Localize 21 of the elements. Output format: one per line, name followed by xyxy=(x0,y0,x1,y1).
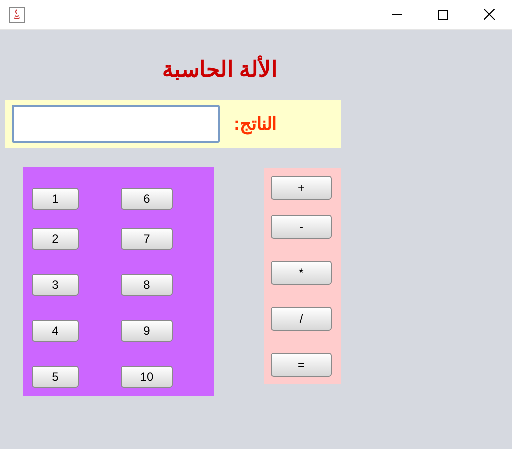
operator-button[interactable]: + xyxy=(271,176,332,200)
operator-button[interactable]: = xyxy=(271,353,332,377)
number-button[interactable]: 1 xyxy=(32,188,79,210)
number-button[interactable]: 4 xyxy=(32,320,79,342)
number-button[interactable]: 8 xyxy=(121,274,173,296)
calculator-title: الألة الحاسبة xyxy=(162,54,278,84)
result-label: الناتج: xyxy=(234,112,277,137)
operator-button[interactable]: - xyxy=(271,215,332,239)
number-button[interactable]: 7 xyxy=(121,228,173,250)
number-button[interactable]: 6 xyxy=(121,188,173,210)
app-icon xyxy=(9,6,25,22)
close-icon[interactable] xyxy=(484,9,495,20)
operator-button[interactable]: / xyxy=(271,307,332,331)
number-button[interactable]: 5 xyxy=(32,366,79,388)
result-field[interactable] xyxy=(12,105,220,143)
operator-button[interactable]: * xyxy=(271,261,332,285)
number-button[interactable]: 10 xyxy=(121,366,173,388)
maximize-icon[interactable] xyxy=(438,10,448,20)
number-button[interactable]: 3 xyxy=(32,274,79,296)
number-button[interactable]: 9 xyxy=(121,320,173,342)
number-button[interactable]: 2 xyxy=(32,228,79,250)
